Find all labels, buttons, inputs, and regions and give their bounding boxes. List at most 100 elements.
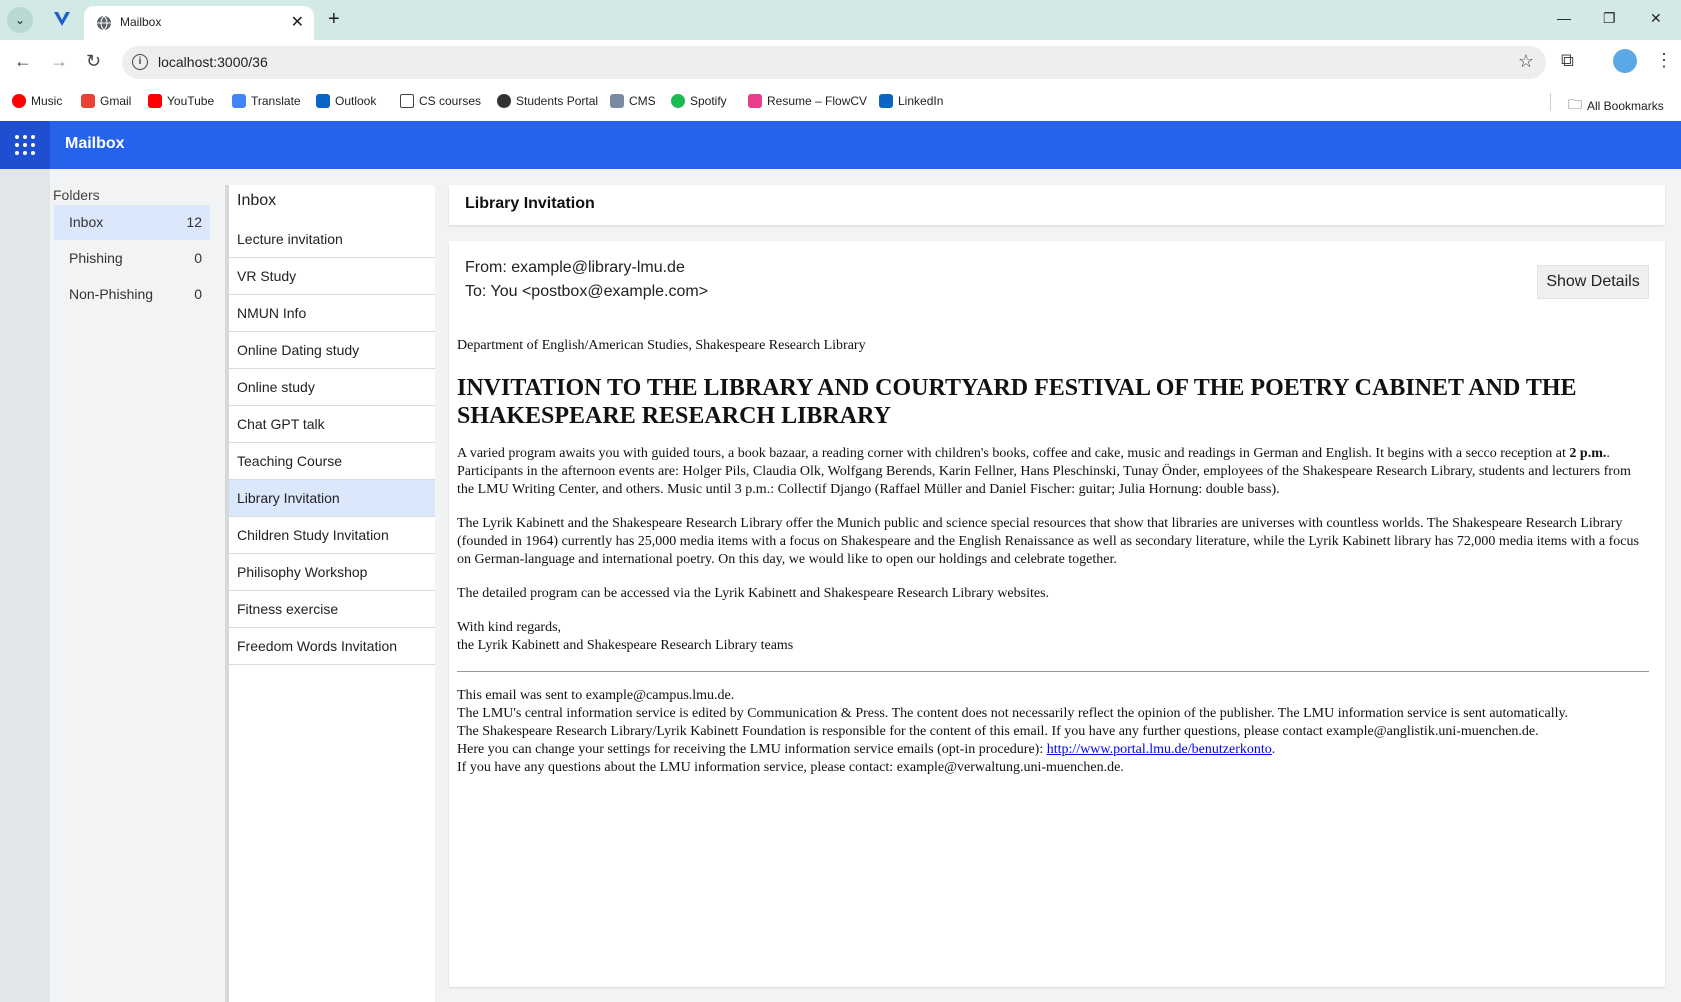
folder-count: 12 bbox=[186, 214, 202, 230]
url-text[interactable]: localhost:3000/36 bbox=[158, 54, 268, 70]
youtube-icon bbox=[148, 94, 162, 108]
folder-phishing[interactable]: Phishing 0 bbox=[54, 241, 210, 276]
folders-sidebar: Folders Inbox 12 Phishing 0 Non-Phishing… bbox=[50, 169, 220, 1002]
browser-menu-icon[interactable]: ⋮ bbox=[1655, 50, 1673, 71]
account-settings-link[interactable]: http://www.portal.lmu.de/benutzerkonto bbox=[1047, 742, 1272, 757]
message-subject: VR Study bbox=[237, 268, 297, 284]
bookmark-label: CS courses bbox=[419, 94, 482, 108]
browser-tab[interactable]: Mailbox ✕ bbox=[84, 6, 314, 40]
tab-search-chevron-icon[interactable]: ⌄ bbox=[7, 7, 33, 33]
message-list-item[interactable]: Online Dating study bbox=[229, 332, 435, 369]
message-list-item[interactable]: Teaching Course bbox=[229, 443, 435, 480]
department-line: Department of English/American Studies, … bbox=[457, 338, 866, 353]
profile-avatar[interactable] bbox=[1613, 49, 1637, 73]
message-list-item[interactable]: Lecture invitation bbox=[229, 221, 435, 258]
folders-title: Folders bbox=[53, 187, 100, 203]
footer-text: Here you can change your settings for re… bbox=[457, 742, 1047, 757]
outlook-icon bbox=[316, 94, 330, 108]
bookmark-item[interactable]: Outlook bbox=[316, 94, 376, 108]
new-tab-plus-icon[interactable]: + bbox=[328, 8, 340, 31]
linkedin-icon bbox=[879, 94, 893, 108]
bookmarks-bar: 🗀 All Bookmarks Music Gmail YouTube Transla… bbox=[0, 85, 1681, 121]
folder-count: 0 bbox=[194, 250, 202, 266]
subject-card: Library Invitation bbox=[449, 185, 1665, 225]
email-view: From: example@library-lmu.de To: You <po… bbox=[449, 241, 1665, 987]
bookmark-item[interactable]: Students Portal bbox=[497, 94, 598, 108]
site-info-icon[interactable]: i bbox=[132, 54, 148, 70]
all-bookmarks[interactable]: 🗀 All Bookmarks bbox=[1568, 94, 1664, 118]
spotify-icon bbox=[671, 94, 685, 108]
message-list-item[interactable]: NMUN Info bbox=[229, 295, 435, 332]
folder-name: Phishing bbox=[69, 250, 123, 266]
minimize-icon[interactable]: — bbox=[1557, 10, 1571, 26]
all-bookmarks-label: All Bookmarks bbox=[1587, 99, 1664, 113]
message-subject: NMUN Info bbox=[237, 305, 307, 321]
bookmark-label: CMS bbox=[629, 94, 656, 108]
email-from: From: example@library-lmu.de bbox=[465, 259, 685, 276]
extension-v-logo-icon[interactable] bbox=[52, 9, 72, 29]
bookmark-star-icon[interactable]: ☆ bbox=[1518, 51, 1534, 72]
message-list-item[interactable]: VR Study bbox=[229, 258, 435, 295]
youtube-music-icon bbox=[12, 94, 26, 108]
email-footer: This email was sent to example@campus.lm… bbox=[457, 687, 1649, 777]
portal-icon bbox=[497, 94, 511, 108]
left-rail bbox=[0, 169, 50, 1002]
window-close-icon[interactable]: ✕ bbox=[1650, 10, 1662, 27]
forward-arrow-icon[interactable]: → bbox=[50, 51, 68, 72]
paragraph-program: A varied program awaits you with guided … bbox=[457, 445, 1649, 499]
email-body: Department of English/American Studies, … bbox=[457, 337, 1649, 777]
bookmark-item[interactable]: Gmail bbox=[81, 94, 131, 108]
bookmarks-separator bbox=[1550, 93, 1551, 111]
paragraph-resources: The Lyrik Kabinett and the Shakespeare R… bbox=[457, 516, 1639, 567]
extensions-puzzle-icon[interactable]: ⧉ bbox=[1561, 50, 1574, 71]
message-subject: Online Dating study bbox=[237, 342, 360, 358]
bookmark-label: Music bbox=[31, 94, 63, 108]
bookmark-item[interactable]: Spotify bbox=[671, 94, 727, 108]
bookmark-item[interactable]: CMS bbox=[610, 94, 656, 108]
address-bar[interactable]: i localhost:3000/36 ☆ bbox=[122, 46, 1546, 79]
message-subject: Fitness exercise bbox=[237, 601, 339, 617]
browser-toolbar: ← → ↻ i localhost:3000/36 ☆ ⧉ ⋮ bbox=[0, 40, 1681, 85]
back-arrow-icon[interactable]: ← bbox=[14, 51, 32, 72]
message-subject: Chat GPT talk bbox=[237, 416, 325, 432]
app-header: Mailbox bbox=[0, 121, 1681, 169]
bookmark-item[interactable]: Music bbox=[12, 94, 62, 108]
folder-non-phishing[interactable]: Non-Phishing 0 bbox=[54, 277, 210, 312]
message-list-item[interactable]: Children Study Invitation bbox=[229, 517, 435, 554]
bookmark-label: Spotify bbox=[690, 94, 727, 108]
browser-tab-bar: ⌄ Mailbox ✕ + — ❐ ✕ bbox=[0, 0, 1681, 40]
message-list-item[interactable]: Freedom Words Invitation bbox=[229, 628, 435, 665]
message-list-item[interactable]: Philisophy Workshop bbox=[229, 554, 435, 591]
message-list: Inbox Lecture invitation VR Study NMUN Inf… bbox=[225, 185, 435, 1002]
bookmark-item[interactable]: CS courses bbox=[400, 94, 481, 108]
message-list-item[interactable]: Online study bbox=[229, 369, 435, 406]
flowcv-icon bbox=[748, 94, 762, 108]
email-subject: Library Invitation bbox=[465, 195, 595, 212]
footer-line: This email was sent to example@campus.lm… bbox=[457, 688, 735, 703]
message-subject: Freedom Words Invitation bbox=[237, 638, 398, 654]
email-heading: INVITATION TO THE LIBRARY AND COURTYARD … bbox=[457, 375, 1577, 429]
bookmark-item[interactable]: YouTube bbox=[148, 94, 214, 108]
bookmark-item[interactable]: Translate bbox=[232, 94, 301, 108]
message-list-item[interactable]: Chat GPT talk bbox=[229, 406, 435, 443]
message-subject: Children Study Invitation bbox=[237, 527, 389, 543]
folder-icon: 🗀 bbox=[1568, 96, 1582, 112]
footer-line: If you have any questions about the LMU … bbox=[457, 760, 1124, 775]
list-title: Inbox bbox=[237, 192, 277, 209]
tab-close-icon[interactable]: ✕ bbox=[291, 12, 304, 32]
app-launcher-button[interactable] bbox=[0, 121, 50, 169]
message-subject: Philisophy Workshop bbox=[237, 564, 368, 580]
show-details-button[interactable]: Show Details bbox=[1537, 265, 1649, 299]
cms-icon bbox=[610, 94, 624, 108]
gmail-icon bbox=[81, 94, 95, 108]
bookmark-item[interactable]: LinkedIn bbox=[879, 94, 943, 108]
message-list-item[interactable]: Library Invitation bbox=[229, 480, 435, 517]
signature: the Lyrik Kabinett and Shakespeare Resea… bbox=[457, 638, 794, 653]
reload-icon[interactable]: ↻ bbox=[86, 51, 101, 72]
restore-icon[interactable]: ❐ bbox=[1603, 10, 1616, 27]
bookmark-item[interactable]: Resume – FlowCV bbox=[748, 94, 867, 108]
message-list-item[interactable]: Fitness exercise bbox=[229, 591, 435, 628]
folder-inbox[interactable]: Inbox 12 bbox=[54, 205, 210, 240]
message-subject: Lecture invitation bbox=[237, 231, 343, 247]
app-title: Mailbox bbox=[65, 135, 125, 152]
